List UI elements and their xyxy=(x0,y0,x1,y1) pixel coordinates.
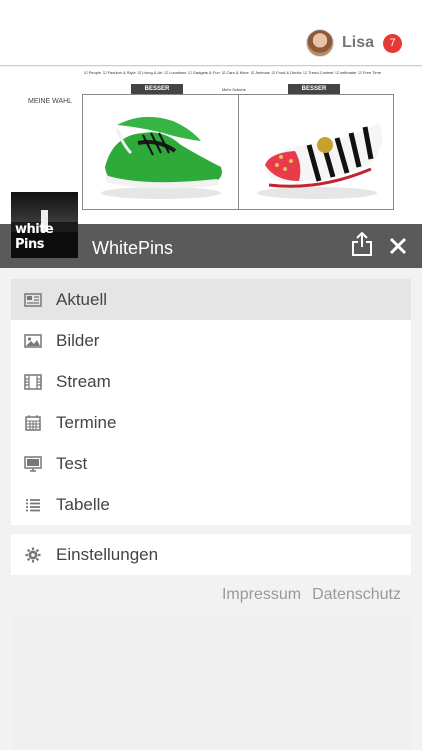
category-checkbox[interactable]: Animals xyxy=(251,70,269,75)
calendar-icon xyxy=(24,414,42,431)
meine-wahl-label: MEINE WAHL xyxy=(28,98,73,105)
menu-item-label: Stream xyxy=(56,371,111,391)
close-icon[interactable] xyxy=(388,236,408,256)
category-checkbox[interactable]: People xyxy=(84,70,101,75)
newspaper-icon xyxy=(24,292,42,308)
logo-text: white Pins xyxy=(15,222,54,252)
menu-item-tabelle[interactable]: Tabelle xyxy=(11,484,411,525)
list-icon xyxy=(24,497,42,513)
category-checkbox[interactable]: Free Time xyxy=(358,70,381,75)
film-icon xyxy=(24,373,42,390)
top-bar: Lisa 7 xyxy=(0,0,422,66)
menu-item-termine[interactable]: Termine xyxy=(11,402,411,443)
shoe-image-green[interactable] xyxy=(83,95,238,209)
menu-item-label: Bilder xyxy=(56,330,100,350)
category-checkbox[interactable]: Trend-Contest xyxy=(304,70,333,75)
monitor-icon xyxy=(24,455,42,472)
menu-item-stream[interactable]: Stream xyxy=(11,361,411,402)
menu-item-einstellungen[interactable]: Einstellungen xyxy=(11,534,411,575)
menu-item-label: Aktuell xyxy=(56,289,108,309)
settings-menu: Einstellungen xyxy=(11,534,411,575)
menu-item-label: Einstellungen xyxy=(56,544,159,564)
category-checkbox[interactable]: Food & Drinks xyxy=(272,70,301,75)
category-filter-row: People Fashion & Style Living & Art Loca… xyxy=(84,70,394,75)
comparison-frame xyxy=(82,94,394,210)
category-checkbox[interactable]: Gadgets & Fun xyxy=(188,70,220,75)
besser-button-right[interactable]: BESSER xyxy=(288,84,340,94)
menu-item-bilder[interactable]: Bilder xyxy=(11,320,411,361)
avatar[interactable] xyxy=(305,29,334,57)
whitepins-logo: white Pins xyxy=(11,192,78,258)
drawer-bottom-area xyxy=(11,614,411,750)
drawer-menu: Aktuell Bilder Stream Termine Test Tabel… xyxy=(11,279,411,525)
datenschutz-link[interactable]: Datenschutz xyxy=(312,586,401,604)
menu-item-aktuell[interactable]: Aktuell xyxy=(11,279,411,320)
user-profile[interactable]: Lisa 7 xyxy=(305,29,402,57)
category-checkbox[interactable]: Cars & More xyxy=(222,70,248,75)
menu-item-test[interactable]: Test xyxy=(11,443,411,484)
category-checkbox[interactable]: Fashion & Style xyxy=(103,70,136,75)
share-icon[interactable] xyxy=(351,231,373,257)
notification-badge[interactable]: 7 xyxy=(383,33,402,53)
user-name[interactable]: Lisa xyxy=(342,34,374,52)
mehr-schuhe-checkbox[interactable]: Mehr Schuhe xyxy=(222,87,246,92)
footer-links: Impressum Datenschutz xyxy=(222,586,401,604)
gear-icon xyxy=(24,547,42,563)
category-checkbox[interactable]: Living & Art xyxy=(138,70,162,75)
impressum-link[interactable]: Impressum xyxy=(222,586,301,604)
app-title: WhitePins xyxy=(92,238,174,258)
menu-item-label: Tabelle xyxy=(56,494,110,514)
category-checkbox[interactable]: selfmade xyxy=(336,70,356,75)
category-checkbox[interactable]: Locations xyxy=(165,70,186,75)
menu-item-label: Test xyxy=(56,453,88,473)
image-icon xyxy=(24,333,42,349)
besser-button-left[interactable]: BESSER xyxy=(131,84,183,94)
shoe-image-striped[interactable] xyxy=(238,95,394,209)
menu-item-label: Termine xyxy=(56,412,117,432)
